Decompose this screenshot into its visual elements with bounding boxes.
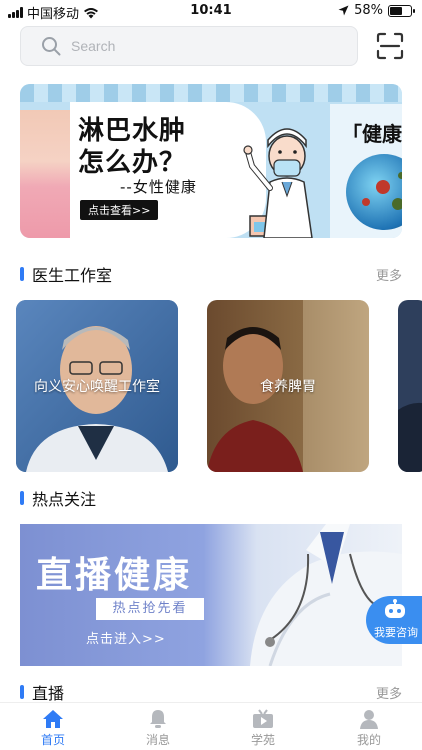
tab-home[interactable]: 首页 [23, 707, 83, 750]
live-section-header: 直播 更多 [20, 680, 402, 704]
banner-panel-title: 「健康 [342, 122, 402, 146]
studio-card-photo [398, 300, 422, 472]
status-bar: 中国移动 10:41 58% [0, 0, 422, 22]
studio-card[interactable]: 向义安心唤醒工作室 [16, 300, 178, 472]
section-accent-bar [20, 491, 24, 505]
home-icon [43, 710, 63, 728]
location-icon [338, 5, 349, 16]
tab-label: 消息 [145, 733, 170, 747]
studio-card-label: 向义安心唤醒工作室 [34, 379, 160, 395]
banner-subtitle: --女性健康 [120, 178, 197, 196]
banner-woman-image [20, 110, 70, 238]
search-input[interactable] [71, 38, 311, 54]
banner-stripe [20, 84, 402, 102]
live-banner[interactable]: 直播健康 热点抢先看 点击进入>> [20, 524, 402, 666]
tab-academy[interactable]: 学苑 [233, 707, 293, 750]
section-title: 直播 [32, 684, 65, 703]
tab-label: 我的 [356, 733, 381, 747]
section-title: 医生工作室 [32, 266, 113, 285]
battery-icon [388, 4, 415, 17]
live-banner-pill: 热点抢先看 [96, 598, 204, 620]
promo-banner[interactable]: 淋巴水肿 怎么办？ --女性健康 点击查看>> 「健康 [20, 84, 402, 238]
search-icon [42, 37, 61, 56]
battery-percent: 58% [354, 3, 383, 18]
battery-fill [390, 6, 402, 15]
status-right: 58% [338, 3, 415, 18]
person-icon [360, 710, 378, 729]
studio-card[interactable] [398, 300, 422, 472]
scan-icon[interactable] [376, 32, 404, 60]
studio-card[interactable]: 食养脾胃 [207, 300, 369, 472]
tab-bar: 首页 消息 学苑 我的 [0, 702, 422, 750]
bell-icon [150, 710, 166, 728]
tv-icon [253, 709, 273, 728]
tab-label: 学苑 [250, 733, 275, 747]
live-banner-enter[interactable]: 点击进入>> [86, 628, 166, 647]
section-title: 热点关注 [32, 490, 97, 509]
section-accent-bar [20, 267, 24, 281]
more-link[interactable]: 更多 [376, 683, 402, 702]
banner-cta[interactable]: 点击查看>> [80, 200, 159, 220]
studio-card-label: 食养脾胃 [260, 379, 316, 395]
section-accent-bar [20, 685, 24, 699]
banner-title-line2: 怎么办？ [78, 148, 187, 178]
more-link[interactable]: 更多 [376, 265, 402, 284]
robot-icon [385, 599, 405, 618]
live-banner-title: 直播健康 [36, 555, 193, 596]
tab-mine[interactable]: 我的 [339, 707, 399, 750]
tab-messages[interactable]: 消息 [128, 707, 188, 750]
hot-section-header: 热点关注 [20, 486, 402, 510]
tab-label: 首页 [40, 733, 65, 747]
search-bar[interactable] [20, 26, 358, 66]
doctor-section-header: 医生工作室 更多 [20, 262, 402, 286]
doctor-illustration [243, 128, 313, 238]
consult-label: 我要咨询 [374, 626, 418, 639]
